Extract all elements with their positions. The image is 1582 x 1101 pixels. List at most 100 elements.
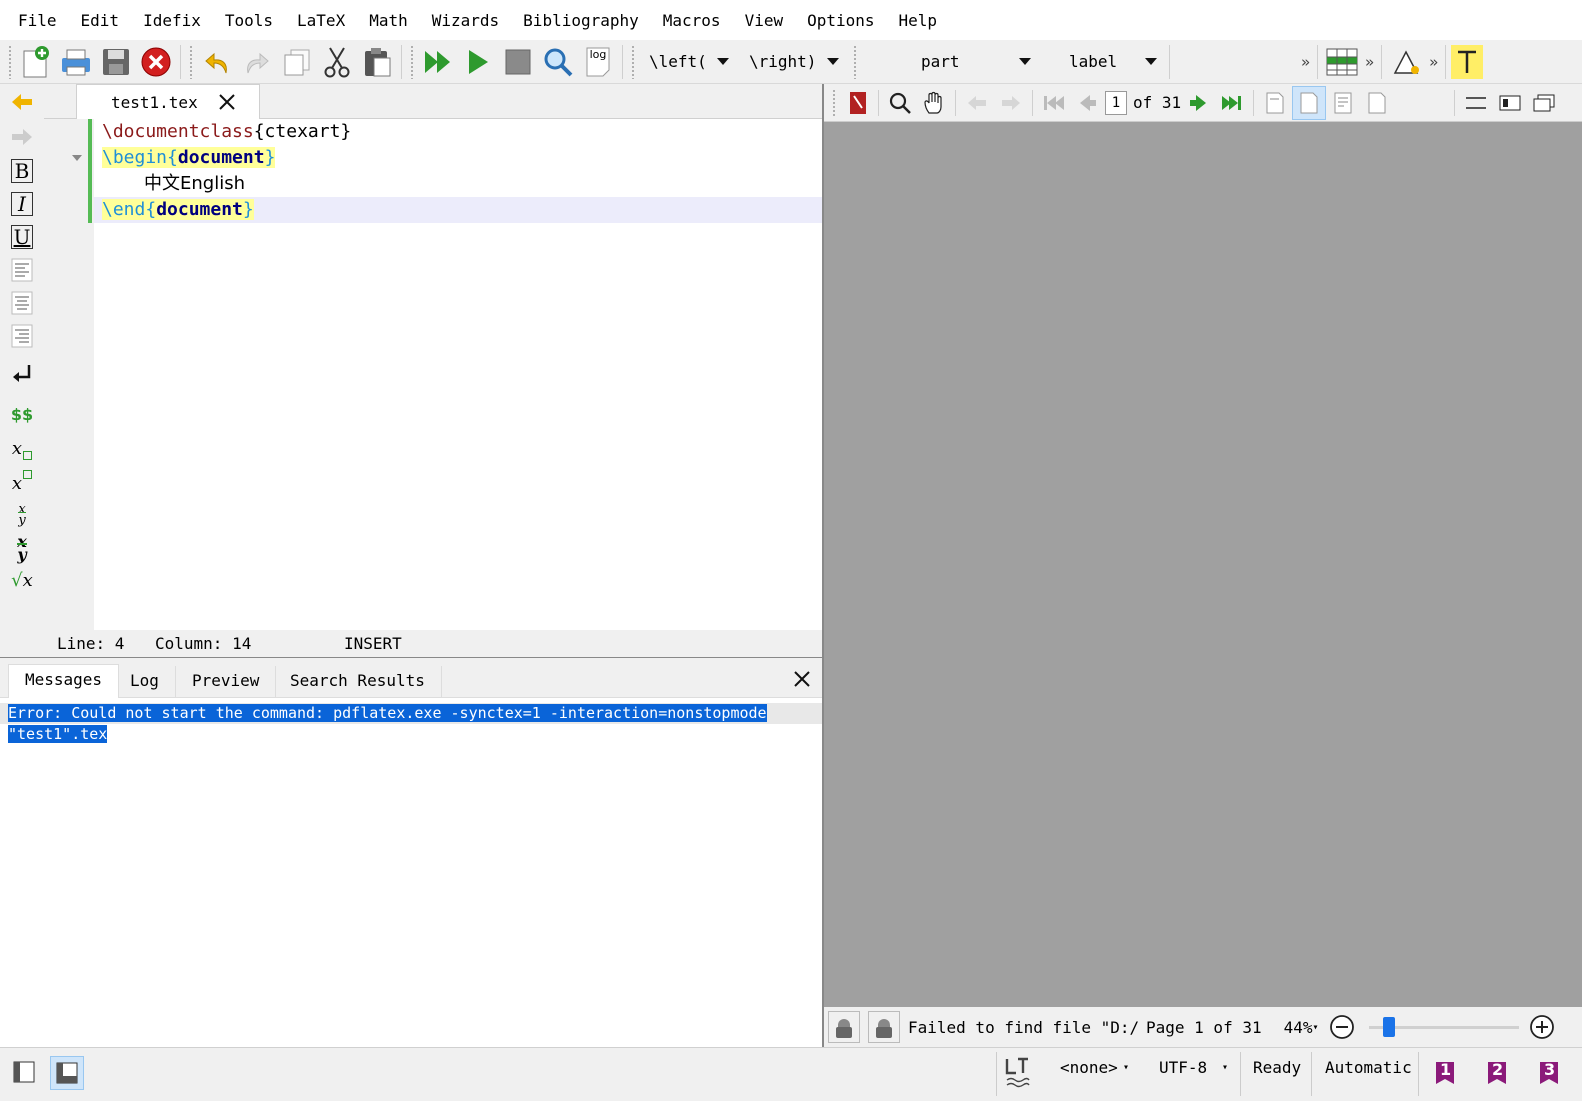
code-editor[interactable]: \documentclass{ctexart} \begin{document}… — [44, 119, 830, 630]
right-delimiter-combo[interactable]: \right) — [739, 42, 849, 82]
zoom-out-button[interactable] — [1325, 1010, 1359, 1044]
menu-macros[interactable]: Macros — [651, 11, 733, 30]
dropdown-icon[interactable]: ▾ — [1222, 1062, 1228, 1073]
toolbar-overflow-icon[interactable]: » — [1298, 53, 1313, 71]
view-pdf-button[interactable] — [538, 42, 578, 82]
close-file-button[interactable] — [136, 42, 176, 82]
fold-arrow-icon[interactable] — [72, 155, 82, 161]
build-view-button[interactable] — [418, 42, 458, 82]
bookmark-1-button[interactable]: 1 — [1432, 1058, 1458, 1086]
toolbar-grip[interactable] — [832, 88, 836, 117]
language-tool-button[interactable] — [1004, 1056, 1032, 1088]
sqrt-button[interactable]: √x — [0, 564, 44, 597]
pdf-actual-size-button[interactable] — [1258, 86, 1292, 120]
fraction-button[interactable]: xy — [0, 498, 44, 531]
nav-back-button[interactable] — [0, 84, 44, 120]
error-message[interactable]: Error: Could not start the command: pdfl… — [8, 703, 767, 745]
tab-preview[interactable]: Preview — [176, 666, 277, 698]
close-icon[interactable] — [793, 670, 811, 688]
toolbar-grip[interactable] — [410, 44, 414, 79]
toggle-structure-button[interactable] — [8, 1056, 40, 1088]
bookmark-3-button[interactable]: 3 — [1536, 1058, 1562, 1086]
tikz-button[interactable] — [1386, 42, 1426, 82]
menu-help[interactable]: Help — [887, 11, 950, 30]
cut-button[interactable] — [317, 42, 357, 82]
pdf-last-page-button[interactable] — [1215, 86, 1249, 120]
pdf-next-page-button[interactable] — [1181, 86, 1215, 120]
pdf-lock-button-2[interactable] — [868, 1011, 900, 1043]
print-button[interactable] — [56, 42, 96, 82]
toolbar-grip[interactable] — [853, 44, 857, 79]
inline-math-button[interactable]: $$ — [0, 396, 44, 432]
undo-button[interactable] — [197, 42, 237, 82]
tab-log[interactable]: Log — [114, 666, 176, 698]
toolbar-overflow-icon[interactable]: » — [1426, 53, 1441, 71]
close-icon[interactable] — [218, 93, 236, 111]
toolbar-grip[interactable] — [631, 44, 635, 79]
pdf-zoom-value[interactable]: 44% — [1284, 1018, 1313, 1037]
left-delimiter-combo[interactable]: \left( — [639, 42, 739, 82]
italic-button[interactable]: I — [0, 187, 44, 220]
paste-button[interactable] — [357, 42, 397, 82]
pdf-viewer-area[interactable] — [824, 122, 1582, 1007]
compile-button[interactable] — [458, 42, 498, 82]
pdf-fit-width-button[interactable] — [1292, 85, 1327, 120]
tab-search-results[interactable]: Search Results — [274, 666, 442, 698]
tabular-button[interactable] — [1322, 42, 1362, 82]
pdf-hand-button[interactable] — [917, 86, 951, 120]
toolbar-overflow-icon[interactable]: » — [1362, 53, 1377, 71]
pdf-back-button[interactable] — [960, 86, 994, 120]
tab-messages[interactable]: Messages — [8, 664, 120, 698]
reference-combo[interactable]: label — [1041, 42, 1167, 82]
dfrac-button[interactable]: xy — [0, 531, 44, 564]
underline-button[interactable]: U — [0, 220, 44, 253]
pdf-continuous-button[interactable] — [1459, 86, 1493, 120]
pdf-prev-page-button[interactable] — [1071, 86, 1105, 120]
dropdown-icon[interactable]: ▾ — [1123, 1062, 1129, 1073]
align-center-button[interactable] — [0, 286, 44, 319]
page-number-input[interactable]: 1 — [1105, 90, 1127, 115]
toolbar-grip[interactable] — [189, 44, 193, 79]
menu-tools[interactable]: Tools — [213, 11, 285, 30]
zoom-slider[interactable] — [1368, 1017, 1519, 1037]
menu-math[interactable]: Math — [357, 11, 420, 30]
save-button[interactable] — [96, 42, 136, 82]
pdf-forward-button[interactable] — [994, 86, 1028, 120]
newline-button[interactable] — [0, 352, 44, 396]
menu-view[interactable]: View — [733, 11, 796, 30]
copy-button[interactable] — [277, 42, 317, 82]
view-log-button[interactable]: log — [578, 42, 618, 82]
pdf-fit-text-button[interactable] — [1326, 86, 1360, 120]
structure-combo[interactable]: part — [861, 42, 1041, 82]
pdf-first-page-button[interactable] — [1037, 86, 1071, 120]
stop-button[interactable] — [498, 42, 538, 82]
new-file-button[interactable] — [16, 42, 56, 82]
pdf-lock-button[interactable] — [828, 1011, 860, 1043]
status-automatic[interactable]: Automatic — [1325, 1058, 1412, 1077]
pdf-window-button[interactable] — [1527, 86, 1561, 120]
zoom-slider-thumb[interactable] — [1382, 1017, 1395, 1037]
menu-edit[interactable]: Edit — [69, 11, 132, 30]
align-right-button[interactable] — [0, 319, 44, 352]
bold-button[interactable]: B — [0, 154, 44, 187]
toolbar-grip[interactable] — [8, 44, 12, 79]
menu-options[interactable]: Options — [795, 11, 886, 30]
spell-language[interactable]: <none> — [1060, 1058, 1118, 1077]
menu-wizards[interactable]: Wizards — [420, 11, 511, 30]
nav-forward-button[interactable] — [0, 120, 44, 154]
bookmark-2-button[interactable]: 2 — [1484, 1058, 1510, 1086]
menu-file[interactable]: File — [6, 11, 69, 30]
pdf-embed-button[interactable] — [1493, 86, 1527, 120]
toggle-messages-button[interactable] — [50, 1056, 84, 1090]
pdf-zoom-button[interactable] — [883, 86, 917, 120]
zoom-in-button[interactable] — [1525, 1010, 1559, 1044]
tab-test1-tex[interactable]: test1.tex — [76, 84, 260, 119]
redo-button[interactable] — [237, 42, 277, 82]
encoding-indicator[interactable]: UTF-8 — [1159, 1058, 1207, 1077]
menu-bibliography[interactable]: Bibliography — [511, 11, 651, 30]
superscript-button[interactable]: x — [0, 465, 44, 498]
menu-idefix[interactable]: Idefix — [131, 11, 213, 30]
pdf-fit-page-button[interactable] — [1360, 86, 1394, 120]
align-left-button[interactable] — [0, 253, 44, 286]
menu-latex[interactable]: LaTeX — [285, 11, 357, 30]
